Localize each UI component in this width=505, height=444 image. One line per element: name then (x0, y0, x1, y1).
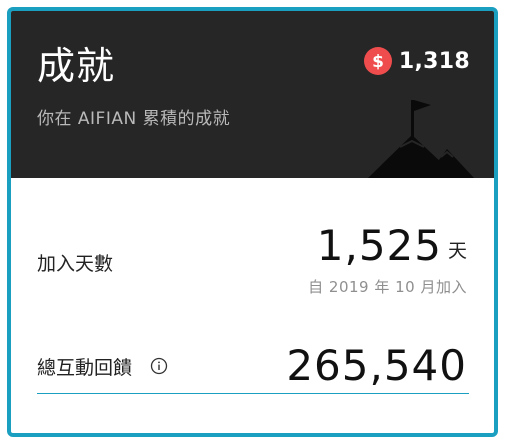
interactions-value: 265,540 (286, 341, 467, 390)
days-joined-label: 加入天數 (37, 253, 114, 275)
achievements-card: 成就 你在 AIFIAN 累積的成就 $ 1,318 加入天數 1,525 天 … (7, 7, 498, 437)
page-subtitle: 你在 AIFIAN 累積的成就 (37, 109, 231, 129)
divider (37, 393, 469, 394)
points-value: 1,318 (398, 48, 470, 74)
join-date-text: 自 2019 年 10 月加入 (308, 278, 467, 296)
days-unit: 天 (447, 240, 467, 262)
dollar-coin-icon: $ (363, 47, 392, 75)
page-title: 成就 (37, 44, 116, 88)
svg-text:$: $ (372, 52, 384, 71)
days-joined-value: 1,525 (316, 221, 442, 270)
points-badge[interactable]: $ 1,318 (363, 46, 470, 76)
info-circle-icon[interactable] (150, 357, 168, 375)
mountain-flag-icon (368, 100, 475, 178)
interactions-label: 總互動回饋 (37, 357, 133, 379)
achievements-header: 成就 你在 AIFIAN 累積的成就 $ 1,318 (11, 11, 494, 178)
